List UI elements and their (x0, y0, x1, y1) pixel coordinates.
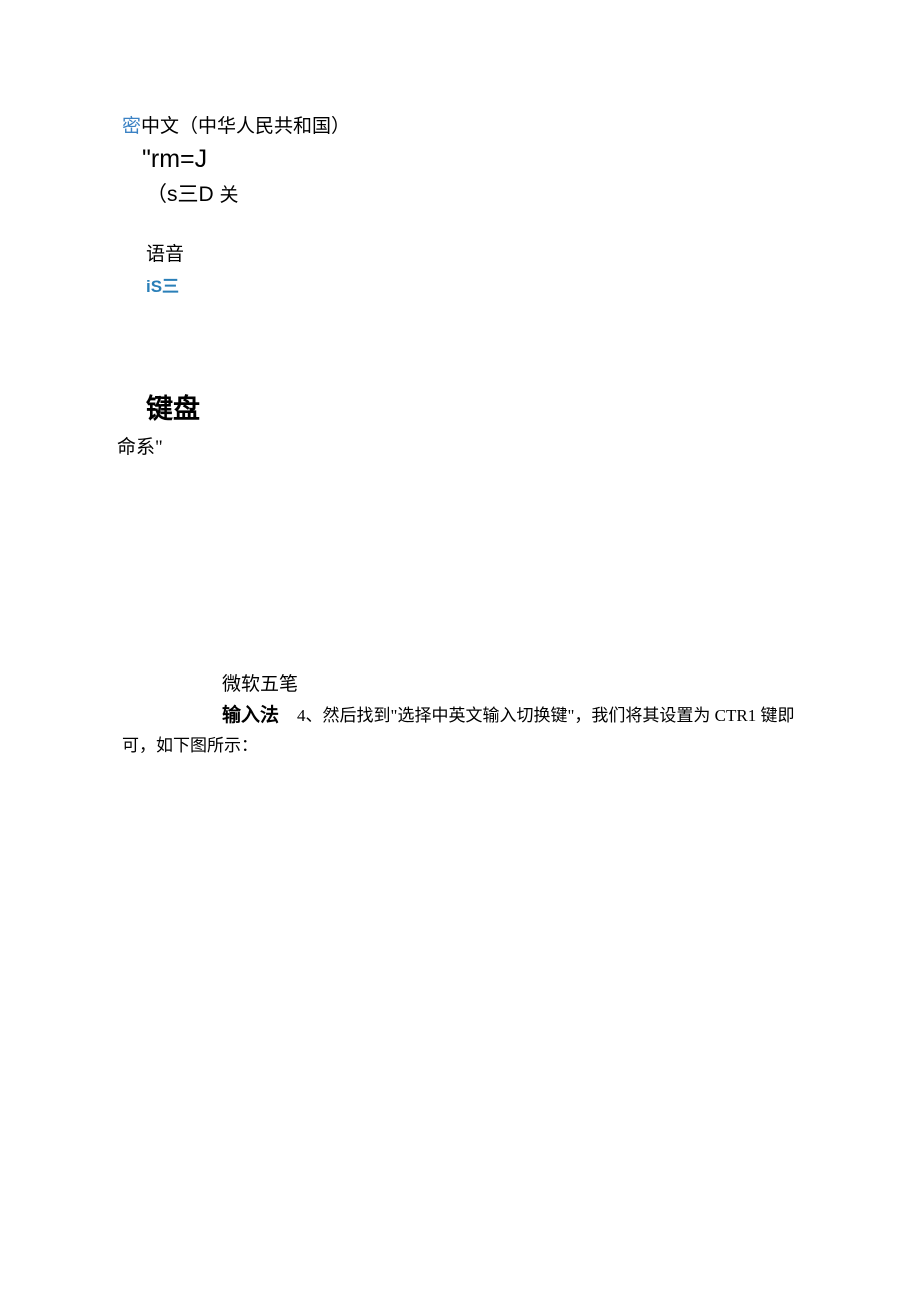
voice-label: 语音 (122, 239, 810, 266)
wubi-label: 微软五笔 (222, 669, 810, 696)
mi-label: 密 (122, 116, 141, 137)
document-content: 密中文（中华人民共和国） "rm=J （s三D 关 语音 iS三 键盘 命系" … (0, 0, 920, 756)
language-line: 密中文（中华人民共和国） (122, 114, 810, 141)
keyboard-heading: 键盘 (122, 387, 810, 426)
language-text: 中文（中华人民共和国） (141, 116, 350, 137)
shurufa-label: 输入法 (222, 705, 279, 726)
ise-label: iS三 (122, 272, 810, 297)
section-ime: 微软五笔 输入法 4、然后找到"选择中英文输入切换键"，我们将其设置为 CTR1 … (122, 669, 810, 756)
mingxi-text: 命系" (117, 432, 810, 459)
shurufa-line: 输入法 4、然后找到"选择中英文输入切换键"，我们将其设置为 CTR1 键即 (222, 700, 810, 727)
step4-text: 4、然后找到"选择中英文输入切换键"，我们将其设置为 CTR1 键即 (297, 706, 794, 725)
sed-open: （s三D (146, 183, 214, 206)
rmj-line: "rm=J (122, 143, 810, 176)
sed-line: （s三D 关 (122, 181, 810, 209)
step4-continuation: 可，如下图所示： (122, 731, 810, 756)
sed-close: 关 (220, 185, 239, 206)
